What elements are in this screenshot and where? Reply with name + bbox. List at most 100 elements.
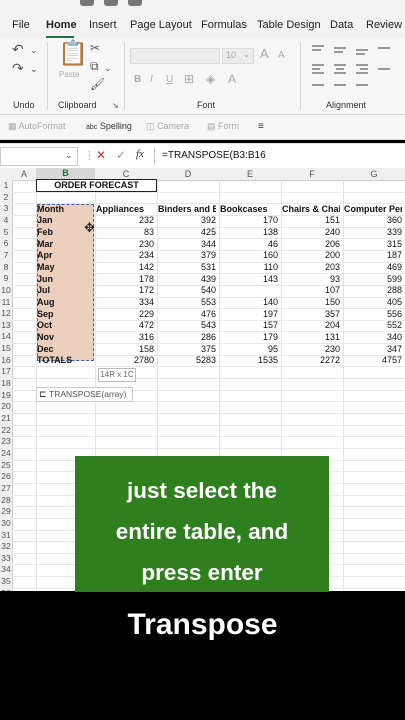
- font-size-select[interactable]: 10 ⌄: [222, 48, 254, 64]
- value-cell[interactable]: 531: [158, 262, 216, 273]
- value-cell[interactable]: 160: [220, 250, 278, 261]
- row-header[interactable]: 4: [0, 215, 12, 225]
- month-cell[interactable]: Jan: [37, 215, 91, 226]
- value-cell[interactable]: 286: [158, 332, 216, 343]
- row-header[interactable]: 21: [0, 413, 12, 423]
- header-cell[interactable]: Computer Per: [344, 204, 402, 215]
- row-header[interactable]: 13: [0, 320, 12, 330]
- chevron-down-icon[interactable]: ⌄: [30, 63, 38, 75]
- tab-page-layout[interactable]: Page Layout: [130, 19, 192, 31]
- month-cell[interactable]: Oct: [37, 320, 91, 331]
- value-cell[interactable]: 375: [158, 344, 216, 355]
- value-cell[interactable]: 5283: [158, 355, 216, 366]
- value-cell[interactable]: 206: [282, 239, 340, 250]
- row-header[interactable]: 14: [0, 331, 12, 341]
- column-header-d[interactable]: D: [157, 169, 219, 179]
- header-cell[interactable]: Binders and B: [158, 204, 216, 215]
- tab-review[interactable]: Review: [366, 19, 402, 31]
- fill-color-icon[interactable]: ◈: [206, 73, 215, 85]
- value-cell[interactable]: 179: [220, 332, 278, 343]
- header-cell[interactable]: Appliances: [96, 204, 154, 215]
- value-cell[interactable]: 347: [344, 344, 402, 355]
- month-cell[interactable]: Dec: [37, 344, 91, 355]
- merge-center-icon[interactable]: [356, 84, 368, 86]
- undo-icon[interactable]: ↶: [12, 42, 24, 56]
- value-cell[interactable]: 142: [96, 262, 154, 273]
- month-cell[interactable]: TOTALS: [37, 355, 91, 366]
- row-header[interactable]: 22: [0, 425, 12, 435]
- month-cell[interactable]: Jul: [37, 285, 91, 296]
- row-header[interactable]: 12: [0, 308, 12, 318]
- value-cell[interactable]: 230: [96, 239, 154, 250]
- align-top-icon[interactable]: [312, 45, 324, 47]
- month-cell[interactable]: Mar: [37, 239, 91, 250]
- shrink-font-icon[interactable]: A: [278, 50, 285, 62]
- value-cell[interactable]: 200: [282, 250, 340, 261]
- value-cell[interactable]: 4757: [344, 355, 402, 366]
- cut-icon[interactable]: ✂: [90, 42, 100, 54]
- title-cell[interactable]: ORDER FORECAST: [36, 179, 157, 192]
- row-header[interactable]: 17: [0, 366, 12, 376]
- value-cell[interactable]: 288: [344, 285, 402, 296]
- decrease-indent-icon[interactable]: [312, 84, 324, 86]
- tab-table-design[interactable]: Table Design: [257, 19, 321, 31]
- header-cell[interactable]: Bookcases: [220, 204, 278, 215]
- value-cell[interactable]: 158: [96, 344, 154, 355]
- value-cell[interactable]: 425: [158, 227, 216, 238]
- value-cell[interactable]: 357: [282, 309, 340, 320]
- paste-icon[interactable]: 📋: [58, 42, 88, 66]
- formula-input[interactable]: =TRANSPOSE(B3:B16: [162, 150, 266, 161]
- row-header[interactable]: 16: [0, 355, 12, 365]
- month-cell[interactable]: Nov: [37, 332, 91, 343]
- form-button[interactable]: ▤ Form: [207, 121, 239, 132]
- value-cell[interactable]: 229: [96, 309, 154, 320]
- value-cell[interactable]: [220, 285, 278, 296]
- row-header[interactable]: 6: [0, 238, 12, 248]
- value-cell[interactable]: 405: [344, 297, 402, 308]
- align-right-icon[interactable]: [356, 64, 368, 66]
- header-cell[interactable]: Chairs & Chai: [282, 204, 340, 215]
- value-cell[interactable]: 472: [96, 320, 154, 331]
- row-header[interactable]: 35: [0, 576, 12, 586]
- value-cell[interactable]: 131: [282, 332, 340, 343]
- row-header[interactable]: 15: [0, 343, 12, 353]
- align-middle-icon[interactable]: [334, 47, 346, 49]
- value-cell[interactable]: 540: [158, 285, 216, 296]
- align-left-icon[interactable]: [312, 64, 324, 66]
- value-cell[interactable]: 157: [220, 320, 278, 331]
- row-header[interactable]: 29: [0, 506, 12, 516]
- align-bottom-icon[interactable]: [356, 49, 368, 51]
- value-cell[interactable]: 315: [344, 239, 402, 250]
- row-header[interactable]: 20: [0, 401, 12, 411]
- value-cell[interactable]: 150: [282, 297, 340, 308]
- function-autocomplete[interactable]: ⊏ TRANSPOSE(array): [36, 387, 133, 402]
- value-cell[interactable]: 151: [282, 215, 340, 226]
- format-painter-icon[interactable]: 🖌: [90, 78, 105, 90]
- confirm-icon[interactable]: ✓: [116, 148, 126, 162]
- row-header[interactable]: 1: [0, 180, 12, 190]
- value-cell[interactable]: 339: [344, 227, 402, 238]
- month-cell[interactable]: Sep: [37, 309, 91, 320]
- value-cell[interactable]: 543: [158, 320, 216, 331]
- value-cell[interactable]: 234: [96, 250, 154, 261]
- font-name-select[interactable]: [130, 48, 220, 64]
- value-cell[interactable]: 360: [344, 215, 402, 226]
- value-cell[interactable]: 170: [220, 215, 278, 226]
- align-center-icon[interactable]: [334, 64, 346, 66]
- spelling-button[interactable]: abc Spelling: [86, 121, 132, 131]
- orientation-icon[interactable]: [378, 47, 390, 49]
- value-cell[interactable]: 556: [344, 309, 402, 320]
- value-cell[interactable]: 107: [282, 285, 340, 296]
- value-cell[interactable]: 143: [220, 274, 278, 285]
- value-cell[interactable]: 469: [344, 262, 402, 273]
- font-color-icon[interactable]: A: [228, 73, 236, 85]
- italic-icon[interactable]: I: [150, 74, 153, 86]
- autoformat-button[interactable]: ▦ AutoFormat: [8, 121, 66, 132]
- camera-button[interactable]: ◫ Camera: [146, 121, 189, 132]
- row-header[interactable]: 26: [0, 471, 12, 481]
- month-cell[interactable]: May: [37, 262, 91, 273]
- value-cell[interactable]: 344: [158, 239, 216, 250]
- value-cell[interactable]: 230: [282, 344, 340, 355]
- borders-icon[interactable]: ⊞: [184, 73, 194, 85]
- month-cell[interactable]: Apr: [37, 250, 91, 261]
